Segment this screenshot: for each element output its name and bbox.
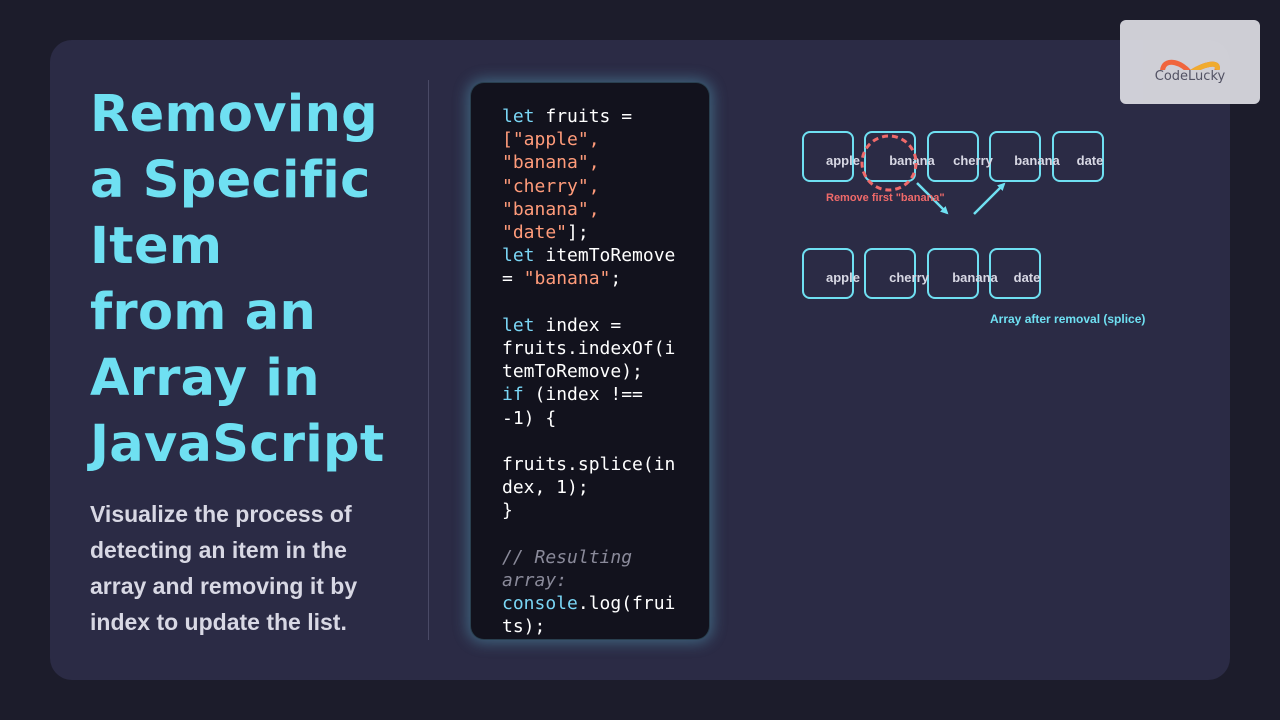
array-diagram: apple banana cherry banana date Remove f… <box>802 131 1145 326</box>
array-element-label: date <box>1077 153 1104 168</box>
array-element-label: date <box>1014 270 1041 285</box>
array-element-label: banana <box>1014 153 1060 168</box>
array-element-label: apple <box>826 153 860 168</box>
result-annotation: Array after removal (splice) <box>990 312 1145 326</box>
codelucky-logo: CodeLucky <box>1120 20 1260 104</box>
arrow-icon <box>973 182 1006 215</box>
array-element-label: cherry <box>889 270 930 285</box>
array-element-label: banana <box>889 153 935 168</box>
logo-text: CodeLucky <box>1154 69 1226 84</box>
infinity-logo-icon <box>1160 59 1220 70</box>
remove-annotation: Remove first "banana" <box>826 192 945 204</box>
array-element-label: banana <box>952 270 998 285</box>
array-element-label: cherry <box>953 153 994 168</box>
array-element-label: apple <box>826 270 860 285</box>
